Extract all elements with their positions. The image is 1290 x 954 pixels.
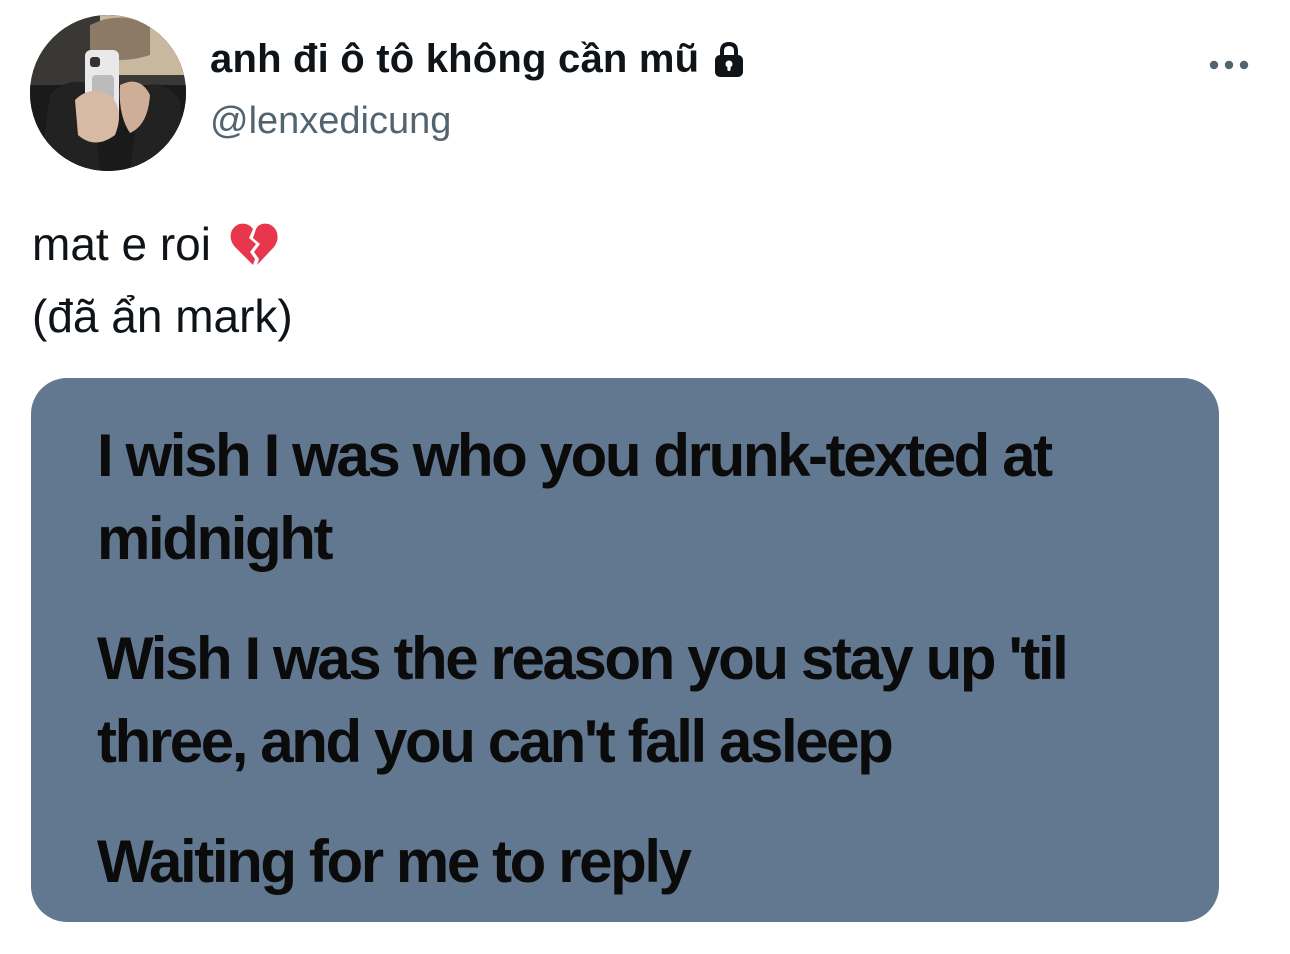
lock-icon bbox=[715, 41, 744, 77]
lyrics-text: I wish I was who you drunk-texted at mid… bbox=[97, 414, 1177, 922]
tweet-text: mat e roi (đã ẩn mark) bbox=[32, 208, 293, 352]
display-name[interactable]: anh đi ô tô không cần mũ bbox=[210, 37, 699, 82]
avatar-image bbox=[30, 15, 186, 171]
author-name-row: anh đi ô tô không cần mũ bbox=[210, 34, 749, 84]
lyric-line-3: Waiting for me to reply bbox=[97, 828, 692, 895]
tweet-text-content: mat e roi bbox=[32, 218, 211, 270]
avatar[interactable] bbox=[30, 15, 186, 171]
media-card[interactable]: I wish I was who you drunk-texted at mid… bbox=[31, 378, 1219, 922]
tweet-text-line-1: mat e roi bbox=[32, 208, 293, 280]
lyric-line-2: Wish I was the reason you stay up 'til t… bbox=[97, 625, 1069, 775]
tweet-text-note: (đã ẩn mark) bbox=[32, 290, 293, 342]
more-horizontal-icon bbox=[1209, 60, 1249, 70]
tweet-text-line-2: (đã ẩn mark) bbox=[32, 280, 293, 352]
lyric-line-1: I wish I was who you drunk-texted at mid… bbox=[97, 422, 1053, 572]
user-handle[interactable]: @lenxedicung bbox=[210, 100, 451, 143]
tweet: anh đi ô tô không cần mũ @lenxedicung ma… bbox=[0, 0, 1290, 954]
more-options-button[interactable] bbox=[1204, 50, 1254, 80]
broken-heart-icon bbox=[230, 223, 278, 265]
